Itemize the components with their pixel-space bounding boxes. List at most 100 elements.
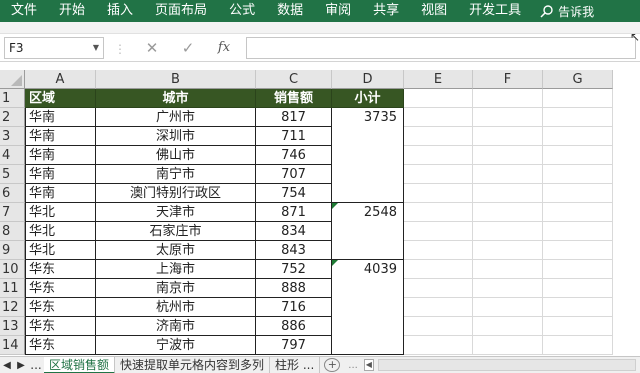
tab-review[interactable]: 审阅 (314, 0, 362, 22)
column-header-g[interactable]: G (543, 70, 613, 89)
empty-cell[interactable] (543, 146, 613, 165)
insert-function-button[interactable]: fx (214, 38, 234, 58)
city-cell[interactable]: 南京市 (96, 279, 256, 298)
subtotal-cell[interactable]: 2548 (332, 203, 404, 260)
sales-cell[interactable]: 707 (256, 165, 332, 184)
sales-cell[interactable]: 797 (256, 336, 332, 355)
empty-cell[interactable] (404, 146, 473, 165)
subtotal-cell[interactable]: 3735 (332, 108, 404, 203)
empty-cell[interactable] (404, 260, 473, 279)
row-header[interactable]: 10 (0, 260, 25, 279)
empty-cell[interactable] (404, 279, 473, 298)
sales-cell[interactable]: 817 (256, 108, 332, 127)
row-header[interactable]: 12 (0, 298, 25, 317)
region-cell[interactable]: 华北 (25, 241, 96, 260)
empty-cell[interactable] (473, 317, 543, 336)
empty-cell[interactable] (543, 184, 613, 203)
region-cell[interactable]: 华北 (25, 203, 96, 222)
region-cell[interactable]: 华东 (25, 260, 96, 279)
tab-page-layout[interactable]: 页面布局 (144, 0, 218, 22)
row-header[interactable]: 2 (0, 108, 25, 127)
row-header[interactable]: 7 (0, 203, 25, 222)
header-cell-region[interactable]: 区域 (25, 89, 96, 108)
empty-cell[interactable] (404, 336, 473, 355)
header-cell-city[interactable]: 城市 (96, 89, 256, 108)
empty-cell[interactable] (404, 298, 473, 317)
empty-cell[interactable] (473, 298, 543, 317)
sales-cell[interactable]: 716 (256, 298, 332, 317)
empty-cell[interactable] (473, 146, 543, 165)
sales-cell[interactable]: 843 (256, 241, 332, 260)
empty-cell[interactable] (543, 127, 613, 146)
row-header[interactable]: 8 (0, 222, 25, 241)
region-cell[interactable]: 华南 (25, 146, 96, 165)
name-box[interactable]: F3 ▼ (4, 37, 104, 59)
row-header[interactable]: 9 (0, 241, 25, 260)
formula-input[interactable] (246, 37, 636, 59)
scroll-left-icon[interactable]: ◀ (363, 359, 374, 371)
empty-cell[interactable] (543, 165, 613, 184)
city-cell[interactable]: 澳门特别行政区 (96, 184, 256, 203)
empty-cell[interactable] (473, 336, 543, 355)
sales-cell[interactable]: 888 (256, 279, 332, 298)
column-header-c[interactable]: C (256, 70, 332, 89)
next-sheet-icon[interactable]: ▶ (14, 360, 28, 371)
empty-cell[interactable] (473, 260, 543, 279)
sales-cell[interactable]: 711 (256, 127, 332, 146)
sheet-tab-active[interactable]: 区域销售额 (44, 356, 116, 373)
horizontal-scrollbar[interactable] (377, 359, 636, 371)
confirm-icon[interactable]: ✓ (178, 38, 198, 58)
empty-cell[interactable] (404, 89, 473, 108)
row-header[interactable]: 11 (0, 279, 25, 298)
column-header-a[interactable]: A (25, 70, 96, 89)
empty-cell[interactable] (473, 89, 543, 108)
sales-cell[interactable]: 886 (256, 317, 332, 336)
sales-cell[interactable]: 871 (256, 203, 332, 222)
region-cell[interactable]: 华东 (25, 298, 96, 317)
empty-cell[interactable] (473, 222, 543, 241)
region-cell[interactable]: 华南 (25, 184, 96, 203)
header-cell-sales[interactable]: 销售额 (256, 89, 332, 108)
drag-handle-icon[interactable]: ⋮ (114, 42, 126, 56)
tab-insert[interactable]: 插入 (96, 0, 144, 22)
prev-sheet-icon[interactable]: ◀ (0, 360, 14, 371)
sheet-tab[interactable]: 柱形 ... (270, 356, 321, 373)
empty-cell[interactable] (473, 184, 543, 203)
empty-cell[interactable] (543, 298, 613, 317)
empty-cell[interactable] (543, 241, 613, 260)
cancel-icon[interactable]: ✕ (142, 38, 162, 58)
empty-cell[interactable] (473, 203, 543, 222)
sales-cell[interactable]: 746 (256, 146, 332, 165)
region-cell[interactable]: 华东 (25, 336, 96, 355)
empty-cell[interactable] (473, 241, 543, 260)
empty-cell[interactable] (543, 108, 613, 127)
empty-cell[interactable] (543, 89, 613, 108)
row-header[interactable]: 5 (0, 165, 25, 184)
empty-cell[interactable] (404, 127, 473, 146)
empty-cell[interactable] (543, 260, 613, 279)
empty-cell[interactable] (404, 108, 473, 127)
city-cell[interactable]: 石家庄市 (96, 222, 256, 241)
tab-formulas[interactable]: 公式 (218, 0, 266, 22)
empty-cell[interactable] (473, 279, 543, 298)
empty-cell[interactable] (543, 203, 613, 222)
city-cell[interactable]: 天津市 (96, 203, 256, 222)
tab-developer[interactable]: 开发工具 (458, 0, 532, 22)
sales-cell[interactable]: 752 (256, 260, 332, 279)
row-header[interactable]: 14 (0, 336, 25, 355)
city-cell[interactable]: 杭州市 (96, 298, 256, 317)
empty-cell[interactable] (473, 127, 543, 146)
tab-data[interactable]: 数据 (266, 0, 314, 22)
city-cell[interactable]: 深圳市 (96, 127, 256, 146)
city-cell[interactable]: 广州市 (96, 108, 256, 127)
empty-cell[interactable] (404, 317, 473, 336)
header-cell-subtotal[interactable]: 小计 (332, 89, 404, 108)
sheet-tab[interactable]: 快速提取单元格内容到多列 (115, 356, 271, 373)
row-header[interactable]: 4 (0, 146, 25, 165)
sales-cell[interactable]: 754 (256, 184, 332, 203)
empty-cell[interactable] (543, 222, 613, 241)
row-header[interactable]: 1 (0, 89, 25, 108)
city-cell[interactable]: 宁波市 (96, 336, 256, 355)
add-sheet-button[interactable]: + (324, 358, 341, 372)
region-cell[interactable]: 华东 (25, 279, 96, 298)
